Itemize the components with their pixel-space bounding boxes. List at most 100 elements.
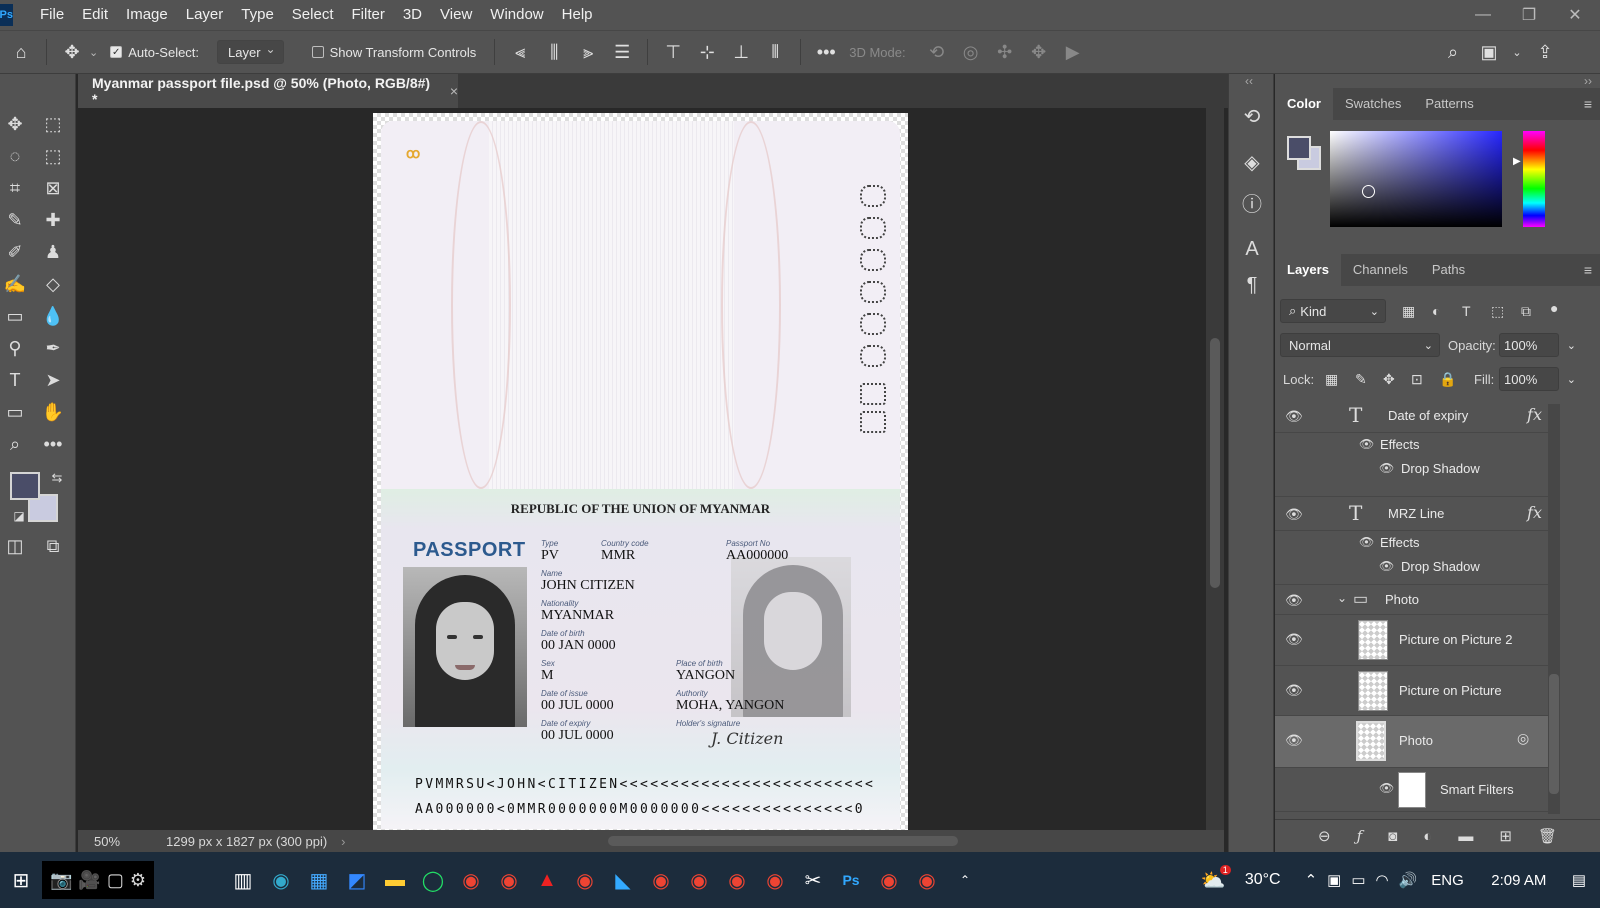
auto-select-dropdown[interactable]: Layer bbox=[217, 40, 284, 64]
link-layers-icon[interactable]: ⊖ bbox=[1318, 827, 1331, 845]
blend-mode-dropdown[interactable]: Normal ⌄ bbox=[1280, 333, 1440, 357]
stamp-tool-icon[interactable]: ♟ bbox=[38, 238, 68, 266]
fill-input[interactable]: 100% ⌄ bbox=[1499, 367, 1576, 391]
chrome-icon[interactable]: ◉ bbox=[490, 861, 528, 899]
layer-row-selected[interactable]: 👁 Photo ◎ bbox=[1275, 716, 1560, 768]
visibility-eye-icon[interactable]: 👁 bbox=[1379, 461, 1394, 475]
zoom-level[interactable]: 50% bbox=[94, 834, 154, 849]
color-picker-field[interactable] bbox=[1330, 131, 1502, 227]
more-tools-icon[interactable]: ••• bbox=[38, 430, 68, 458]
lock-position-icon[interactable]: ✥ bbox=[1383, 371, 1395, 388]
tab-layers[interactable]: Layers bbox=[1275, 254, 1341, 286]
layer-row[interactable]: 👁 Picture on Picture bbox=[1275, 666, 1560, 716]
chrome-icon[interactable]: ◉ bbox=[566, 861, 604, 899]
new-layer-icon[interactable]: ⊞ bbox=[1499, 827, 1512, 845]
meet-icon[interactable]: ▣ bbox=[1327, 871, 1341, 889]
notifications-icon[interactable]: ▤ bbox=[1572, 871, 1586, 889]
menu-view[interactable]: View bbox=[431, 0, 481, 30]
panel-menu-icon[interactable]: ≡ bbox=[1584, 262, 1592, 278]
whatsapp-icon[interactable]: ◯ bbox=[414, 861, 452, 899]
opacity-input[interactable]: 100% ⌄ bbox=[1499, 333, 1576, 357]
window-icon[interactable]: ▢ bbox=[107, 870, 124, 891]
restore-button[interactable]: ❐ bbox=[1514, 5, 1544, 25]
settings-icon[interactable]: ⚙ bbox=[130, 870, 146, 891]
chevron-down-icon[interactable]: ⌄ bbox=[1567, 373, 1576, 386]
default-colors-icon[interactable]: ◪ bbox=[4, 502, 34, 530]
menu-image[interactable]: Image bbox=[117, 0, 177, 30]
layer-effect-row[interactable]: 👁 Drop Shadow bbox=[1275, 555, 1560, 585]
chevron-down-icon[interactable]: ⌄ bbox=[1337, 591, 1347, 605]
layer-effect-row[interactable]: 👁 Drop Shadow bbox=[1275, 457, 1560, 497]
lasso-tool-icon[interactable]: ◌ bbox=[0, 142, 30, 170]
menu-3d[interactable]: 3D bbox=[394, 0, 431, 30]
layer-row[interactable]: 👁 T Date of expiry fx bbox=[1275, 399, 1560, 433]
lock-transparent-icon[interactable]: ▦ bbox=[1325, 371, 1338, 388]
history-brush-icon[interactable]: ✍ bbox=[0, 270, 30, 298]
type-filter-icon[interactable]: T bbox=[1462, 303, 1471, 319]
tab-swatches[interactable]: Swatches bbox=[1333, 88, 1413, 120]
zoom-tool-icon[interactable]: ⌕ bbox=[0, 430, 30, 458]
hand-tool-icon[interactable]: ✋ bbox=[38, 398, 68, 426]
tab-channels[interactable]: Channels bbox=[1341, 254, 1420, 286]
pen-tool-icon[interactable]: ✒ bbox=[38, 334, 68, 362]
more-options-icon[interactable]: ••• bbox=[809, 42, 843, 63]
battery-icon[interactable]: ▭ bbox=[1351, 871, 1365, 889]
tab-patterns[interactable]: Patterns bbox=[1413, 88, 1485, 120]
align-bottom-icon[interactable]: ⊥ bbox=[724, 42, 758, 63]
visibility-eye-icon[interactable]: 👁 bbox=[1285, 682, 1303, 699]
hue-slider[interactable] bbox=[1523, 131, 1545, 227]
taskbar-scroll-icon[interactable]: ⌃ bbox=[946, 861, 984, 899]
video-icon[interactable]: 🎥 bbox=[78, 870, 100, 891]
rectangle-tool-icon[interactable]: ▭ bbox=[0, 398, 30, 426]
document-canvas[interactable]: ꝏ REPUBLIC OF THE UNION OF MYANMAR PASSP… bbox=[373, 113, 908, 830]
eraser-tool-icon[interactable]: ◇ bbox=[38, 270, 68, 298]
info-icon[interactable]: ⓘ bbox=[1237, 188, 1267, 216]
language-indicator[interactable]: ENG bbox=[1431, 872, 1464, 889]
screen-mode-icon[interactable]: ⧉ bbox=[38, 532, 68, 560]
expand-icon[interactable]: ›› bbox=[1584, 74, 1592, 88]
menu-help[interactable]: Help bbox=[553, 0, 602, 30]
history-icon[interactable]: ⟲ bbox=[1237, 104, 1267, 132]
foreground-color-swatch[interactable] bbox=[10, 472, 40, 500]
outlook-icon[interactable]: ◩ bbox=[338, 861, 376, 899]
volume-icon[interactable]: 🔊 bbox=[1399, 871, 1418, 889]
visibility-eye-icon[interactable]: 👁 bbox=[1285, 506, 1303, 523]
layer-effects-row[interactable]: 👁 Effects bbox=[1275, 531, 1560, 555]
chevron-down-icon[interactable]: ⌄ bbox=[1567, 339, 1576, 352]
paragraph-icon[interactable]: ¶ bbox=[1237, 274, 1267, 302]
3d-panel-icon[interactable]: ◈ bbox=[1237, 150, 1267, 178]
tab-paths[interactable]: Paths bbox=[1420, 254, 1477, 286]
auto-select-checkbox[interactable]: ✓ bbox=[110, 46, 123, 58]
dodge-tool-icon[interactable]: ⚲ bbox=[0, 334, 30, 362]
layers-scrollbar[interactable] bbox=[1548, 404, 1560, 814]
show-transform-checkbox[interactable] bbox=[311, 46, 324, 58]
photoshop-taskbar-icon[interactable]: Ps bbox=[832, 861, 870, 899]
distribute-icon[interactable]: ☰ bbox=[605, 42, 639, 63]
menu-file[interactable]: File bbox=[31, 0, 73, 30]
align-top-icon[interactable]: ⊤ bbox=[656, 42, 690, 63]
lock-all-icon[interactable]: 🔒 bbox=[1439, 371, 1456, 388]
filter-toggle-icon[interactable]: ● bbox=[1550, 300, 1558, 316]
chrome-icon[interactable]: ◉ bbox=[870, 861, 908, 899]
clock[interactable]: 2:09 AM bbox=[1484, 872, 1554, 889]
visibility-eye-icon[interactable]: 👁 bbox=[1285, 592, 1303, 609]
align-left-icon[interactable]: ⫷ bbox=[503, 42, 537, 63]
chevron-right-icon[interactable]: › bbox=[341, 834, 345, 849]
type-tool-icon[interactable]: T bbox=[0, 366, 30, 394]
scroll-thumb[interactable] bbox=[1210, 338, 1220, 588]
move-tool-icon[interactable]: ✥ bbox=[55, 42, 89, 63]
fx-icon[interactable]: fx bbox=[1527, 405, 1542, 424]
chevron-down-icon[interactable]: ⌄ bbox=[89, 46, 98, 59]
vscode-icon[interactable]: ◣ bbox=[604, 861, 642, 899]
horizontal-scroll-thumb[interactable] bbox=[608, 836, 958, 846]
menu-type[interactable]: Type bbox=[232, 0, 283, 30]
lock-pixels-icon[interactable]: ✎ bbox=[1355, 371, 1367, 388]
swap-colors-icon[interactable]: ⇆ bbox=[42, 464, 72, 492]
delete-layer-icon[interactable]: 🗑 bbox=[1538, 827, 1557, 845]
visibility-eye-icon[interactable]: 👁 bbox=[1359, 437, 1374, 451]
visibility-eye-icon[interactable]: 👁 bbox=[1285, 408, 1303, 425]
chrome-icon[interactable]: ◉ bbox=[756, 861, 794, 899]
crop-tool-icon[interactable]: ⌗ bbox=[0, 174, 30, 202]
hue-slider-arrow[interactable]: ▶ bbox=[1513, 156, 1521, 167]
fx-icon[interactable]: fx bbox=[1527, 503, 1542, 522]
